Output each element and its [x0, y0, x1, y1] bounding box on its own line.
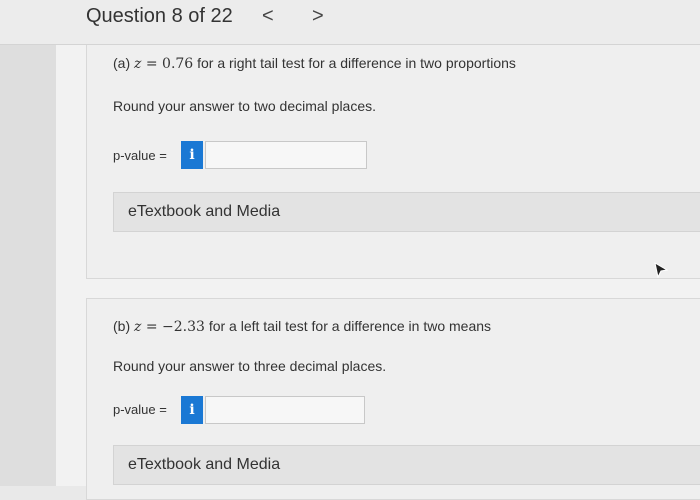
- part-b-equals: =: [141, 319, 163, 335]
- mouse-pointer-icon: [654, 262, 668, 278]
- question-counter: Question 8 of 22: [86, 5, 233, 27]
- part-b-question: (b) z = −2.33 for a left tail test for a…: [113, 318, 491, 335]
- part-b-round-instruction: Round your answer to three decimal place…: [113, 358, 387, 374]
- part-a-etextbook-link[interactable]: eTextbook and Media: [113, 192, 700, 232]
- part-b-value: −2.33: [162, 319, 205, 335]
- part-a-question: (a) z = 0.76 for a right tail test for a…: [113, 55, 516, 72]
- part-a-pvalue-input[interactable]: [205, 141, 367, 169]
- part-a-description: for a right tail test for a difference i…: [193, 55, 516, 71]
- part-a-panel: (a) z = 0.76 for a right tail test for a…: [86, 45, 700, 279]
- info-icon[interactable]: i: [181, 396, 203, 424]
- info-icon[interactable]: i: [181, 141, 203, 169]
- left-margin: [0, 45, 56, 486]
- question-content: (a) z = 0.76 for a right tail test for a…: [56, 45, 700, 500]
- chevron-right-icon[interactable]: >: [312, 5, 324, 28]
- part-b-panel: (b) z = −2.33 for a left tail test for a…: [86, 298, 700, 500]
- part-a-pvalue-label: p-value =: [113, 148, 167, 163]
- part-b-description: for a left tail test for a difference in…: [204, 318, 492, 334]
- part-b-etextbook-link[interactable]: eTextbook and Media: [113, 445, 700, 485]
- part-a-equals: =: [141, 56, 163, 72]
- part-a-value: 0.76: [162, 56, 194, 72]
- part-a-round-instruction: Round your answer to two decimal places.: [113, 98, 377, 114]
- question-header: Question 8 of 22 < >: [0, 0, 700, 45]
- part-b-pvalue-input[interactable]: [205, 396, 365, 424]
- part-b-pvalue-label: p-value =: [113, 402, 167, 417]
- chevron-left-icon[interactable]: <: [262, 5, 274, 28]
- part-b-prefix: (b): [113, 318, 134, 334]
- part-a-prefix: (a): [113, 55, 134, 71]
